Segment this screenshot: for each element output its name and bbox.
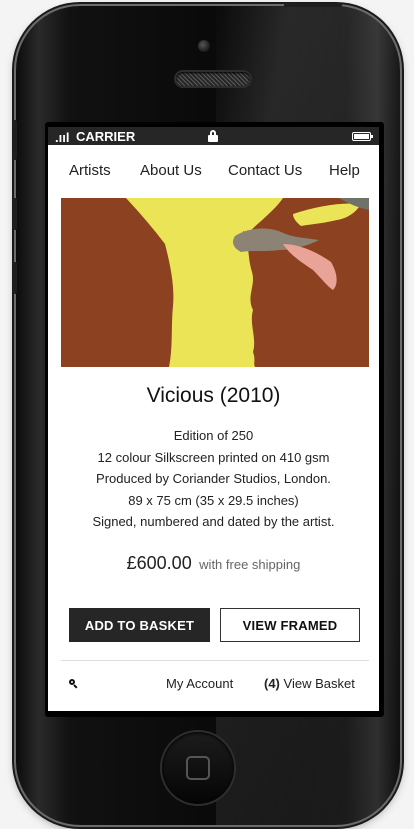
volume-down-button xyxy=(13,262,17,294)
artwork-illustration xyxy=(61,198,369,367)
nav-item-help[interactable]: Help xyxy=(329,162,360,179)
product-title: Vicious (2010) xyxy=(146,384,281,407)
nav-item-about-us[interactable]: About Us xyxy=(140,162,202,179)
detail-signature: Signed, numbered and dated by the artist… xyxy=(92,514,335,529)
status-bar: .ııl CARRIER xyxy=(48,127,379,145)
shipping-note: with free shipping xyxy=(199,557,301,572)
home-square-icon xyxy=(186,756,210,780)
footer-bar: My Account (4) View Basket xyxy=(48,675,379,695)
app-screen: Artists About Us Contact Us Help Vicious… xyxy=(48,145,379,711)
my-account-link[interactable]: My Account xyxy=(166,676,233,691)
power-button xyxy=(284,3,342,7)
product-price: £600.00 xyxy=(126,553,192,573)
carrier-label: CARRIER xyxy=(76,129,136,144)
view-framed-button[interactable]: VIEW FRAMED xyxy=(220,608,360,642)
lock-icon xyxy=(208,130,218,142)
signal-icon: .ııl xyxy=(55,130,70,145)
detail-producer: Produced by Coriander Studios, London. xyxy=(96,471,331,486)
battery-icon xyxy=(352,132,373,141)
main-nav: Artists About Us Contact Us Help xyxy=(48,162,379,182)
earpiece-speaker xyxy=(176,72,250,86)
footer-divider xyxy=(61,660,369,661)
detail-dimensions: 89 x 75 cm (35 x 29.5 inches) xyxy=(128,492,299,508)
nav-item-artists[interactable]: Artists xyxy=(69,162,111,179)
add-to-basket-button[interactable]: ADD TO BASKET xyxy=(69,608,210,642)
detail-edition: Edition of 250 xyxy=(173,428,254,443)
volume-up-button xyxy=(13,198,17,230)
search-icon[interactable] xyxy=(69,679,79,689)
product-details: Edition of 250 12 colour Silkscreen prin… xyxy=(48,425,379,533)
artwork-image[interactable] xyxy=(61,198,369,367)
nav-item-contact-us[interactable]: Contact Us xyxy=(228,162,302,179)
home-button[interactable] xyxy=(162,732,234,804)
detail-medium: 12 colour Silkscreen printed on 410 gsm xyxy=(97,449,330,465)
front-camera xyxy=(198,40,210,52)
view-basket-link[interactable]: (4) View Basket xyxy=(264,676,355,691)
view-basket-label: View Basket xyxy=(283,676,355,691)
price-line: £600.00 with free shipping xyxy=(48,553,379,574)
basket-count: (4) xyxy=(264,676,280,691)
mute-switch xyxy=(13,120,17,160)
